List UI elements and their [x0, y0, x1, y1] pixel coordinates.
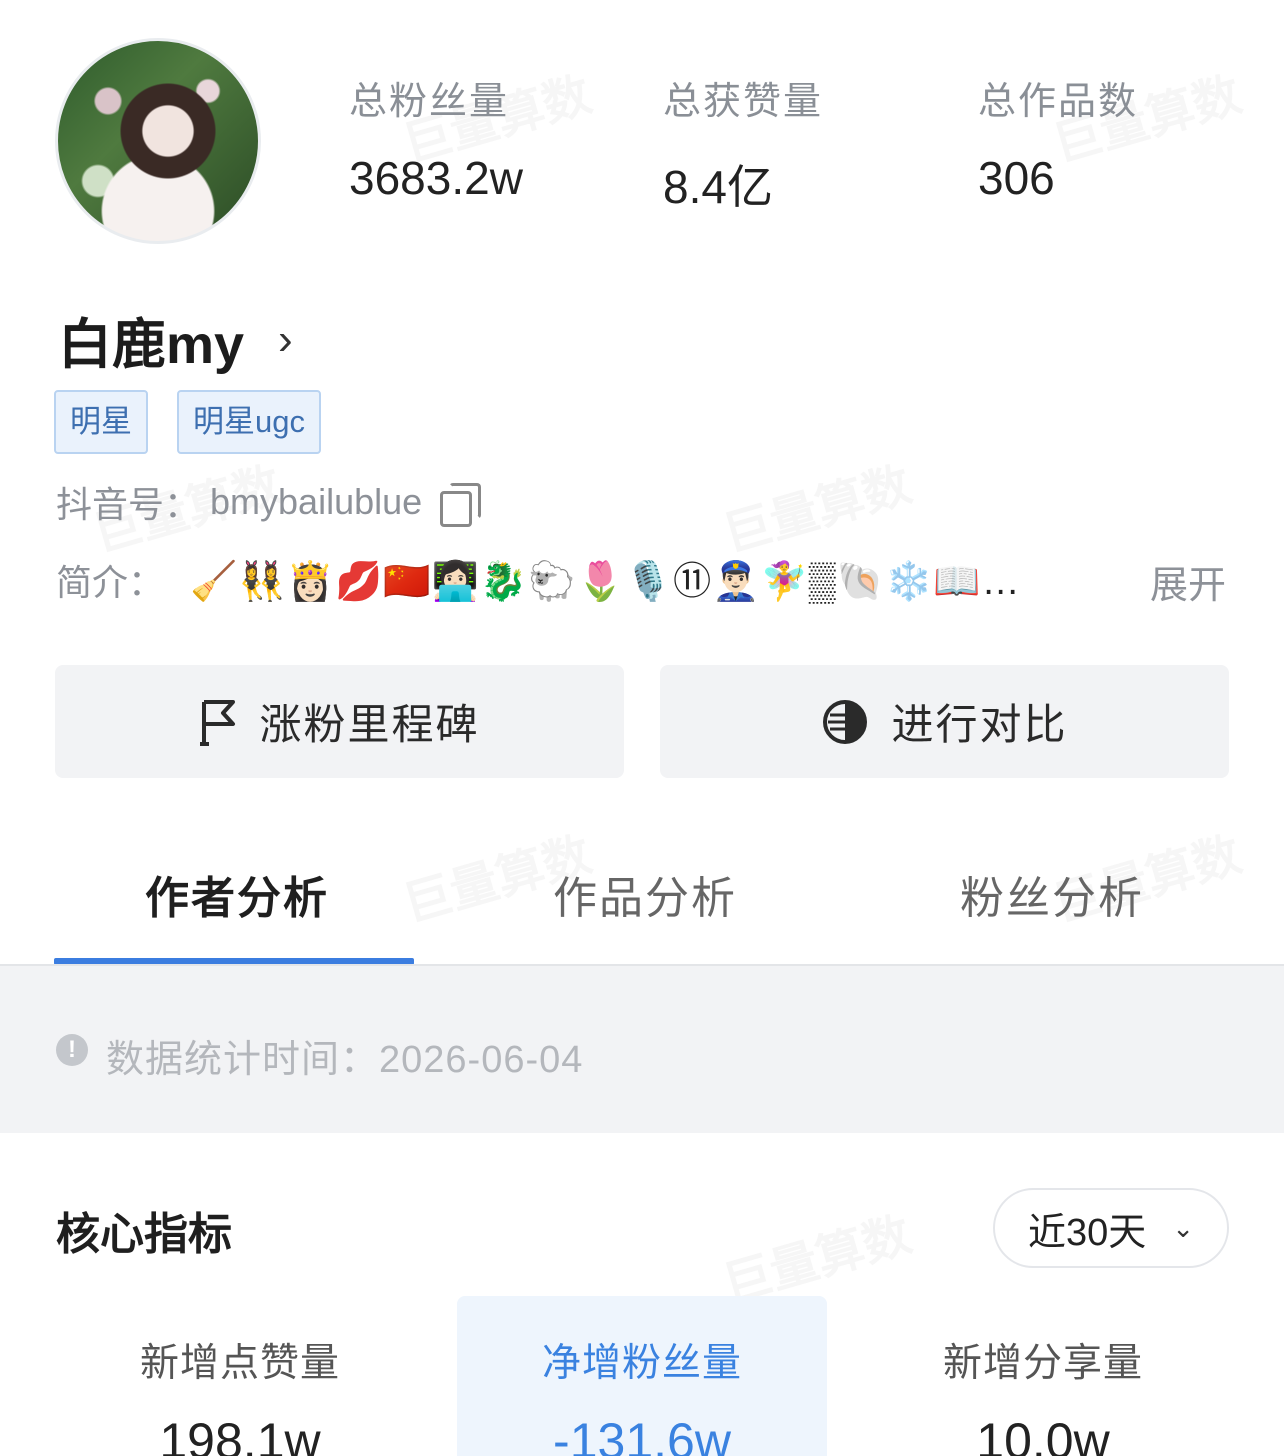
douyin-id-label: 抖音号：	[56, 484, 201, 525]
stat-total-fans: 总粉丝量 3683.2w	[349, 70, 523, 205]
section-title-core-metrics: 核心指标	[56, 1210, 232, 1259]
compare-button[interactable]: 进行对比	[660, 665, 1229, 778]
date-range-value: 近30天	[1027, 1211, 1147, 1254]
data-time-notice: ! 数据统计时间：2026-06-04	[0, 966, 1284, 1133]
avatar[interactable]	[55, 38, 261, 244]
compare-icon	[823, 699, 868, 744]
date-range-select[interactable]: 近30天 ⌄	[993, 1188, 1229, 1268]
milestone-label: 涨粉里程碑	[259, 701, 480, 748]
stat-label: 总粉丝量	[349, 81, 510, 123]
tag-star-ugc: 明星ugc	[177, 390, 321, 454]
metric-new-shares[interactable]: 新增分享量 10.0w	[858, 1296, 1228, 1456]
douyin-id-row: 抖音号： bmybailublue	[56, 476, 482, 528]
bio-label: 简介：	[56, 562, 165, 603]
metric-new-likes[interactable]: 新增点赞量 198.1w	[55, 1296, 425, 1456]
metric-label: 净增粉丝量	[541, 1342, 742, 1385]
tab-fans-analysis[interactable]: 粉丝分析	[960, 862, 1144, 926]
stat-total-likes: 总获赞量 8.4亿	[663, 70, 823, 217]
milestone-button[interactable]: 涨粉里程碑	[55, 665, 624, 778]
tab-works-analysis[interactable]: 作品分析	[553, 862, 737, 926]
metric-value: 10.0w	[976, 1413, 1110, 1456]
bio-row: 简介：	[56, 554, 164, 606]
flag-icon	[200, 699, 236, 746]
stat-label: 总作品数	[978, 81, 1139, 123]
info-icon: !	[56, 1034, 88, 1066]
expand-bio-button[interactable]: 展开	[1150, 554, 1226, 609]
douyin-id: bmybailublue	[210, 481, 423, 522]
copy-icon[interactable]	[440, 483, 482, 527]
tab-author-analysis[interactable]: 作者分析	[145, 862, 329, 926]
watermark: 巨量算数	[714, 445, 918, 565]
data-time-text: 数据统计时间：2026-06-04	[106, 1039, 584, 1081]
tag-star: 明星	[54, 390, 148, 454]
stat-value: 8.4亿	[663, 161, 773, 213]
chevron-right-icon: ›	[278, 314, 293, 364]
bio-emojis: 🧹👯‍♀️👸🏻💋🇨🇳👩🏻‍💻🐉🐑🌷🎙️⑪👮🏻‍♂️🧚‍♀️▒🐚❄️📖…	[190, 561, 1021, 603]
compare-label: 进行对比	[891, 701, 1068, 748]
metric-label: 新增点赞量	[139, 1342, 340, 1385]
chevron-down-icon: ⌄	[1172, 1212, 1195, 1243]
stat-total-works: 总作品数 306	[978, 70, 1138, 205]
metric-value: -131.6w	[553, 1413, 731, 1456]
profile-name-link[interactable]: 白鹿my ›	[58, 300, 293, 379]
profile-name: 白鹿my	[58, 315, 245, 375]
stat-label: 总获赞量	[663, 81, 824, 123]
metric-value: 198.1w	[159, 1413, 321, 1456]
stat-value: 3683.2w	[349, 152, 523, 204]
metric-net-fans[interactable]: 净增粉丝量 -131.6w	[457, 1296, 827, 1456]
metric-label: 新增分享量	[942, 1342, 1143, 1385]
stat-value: 306	[978, 152, 1055, 204]
